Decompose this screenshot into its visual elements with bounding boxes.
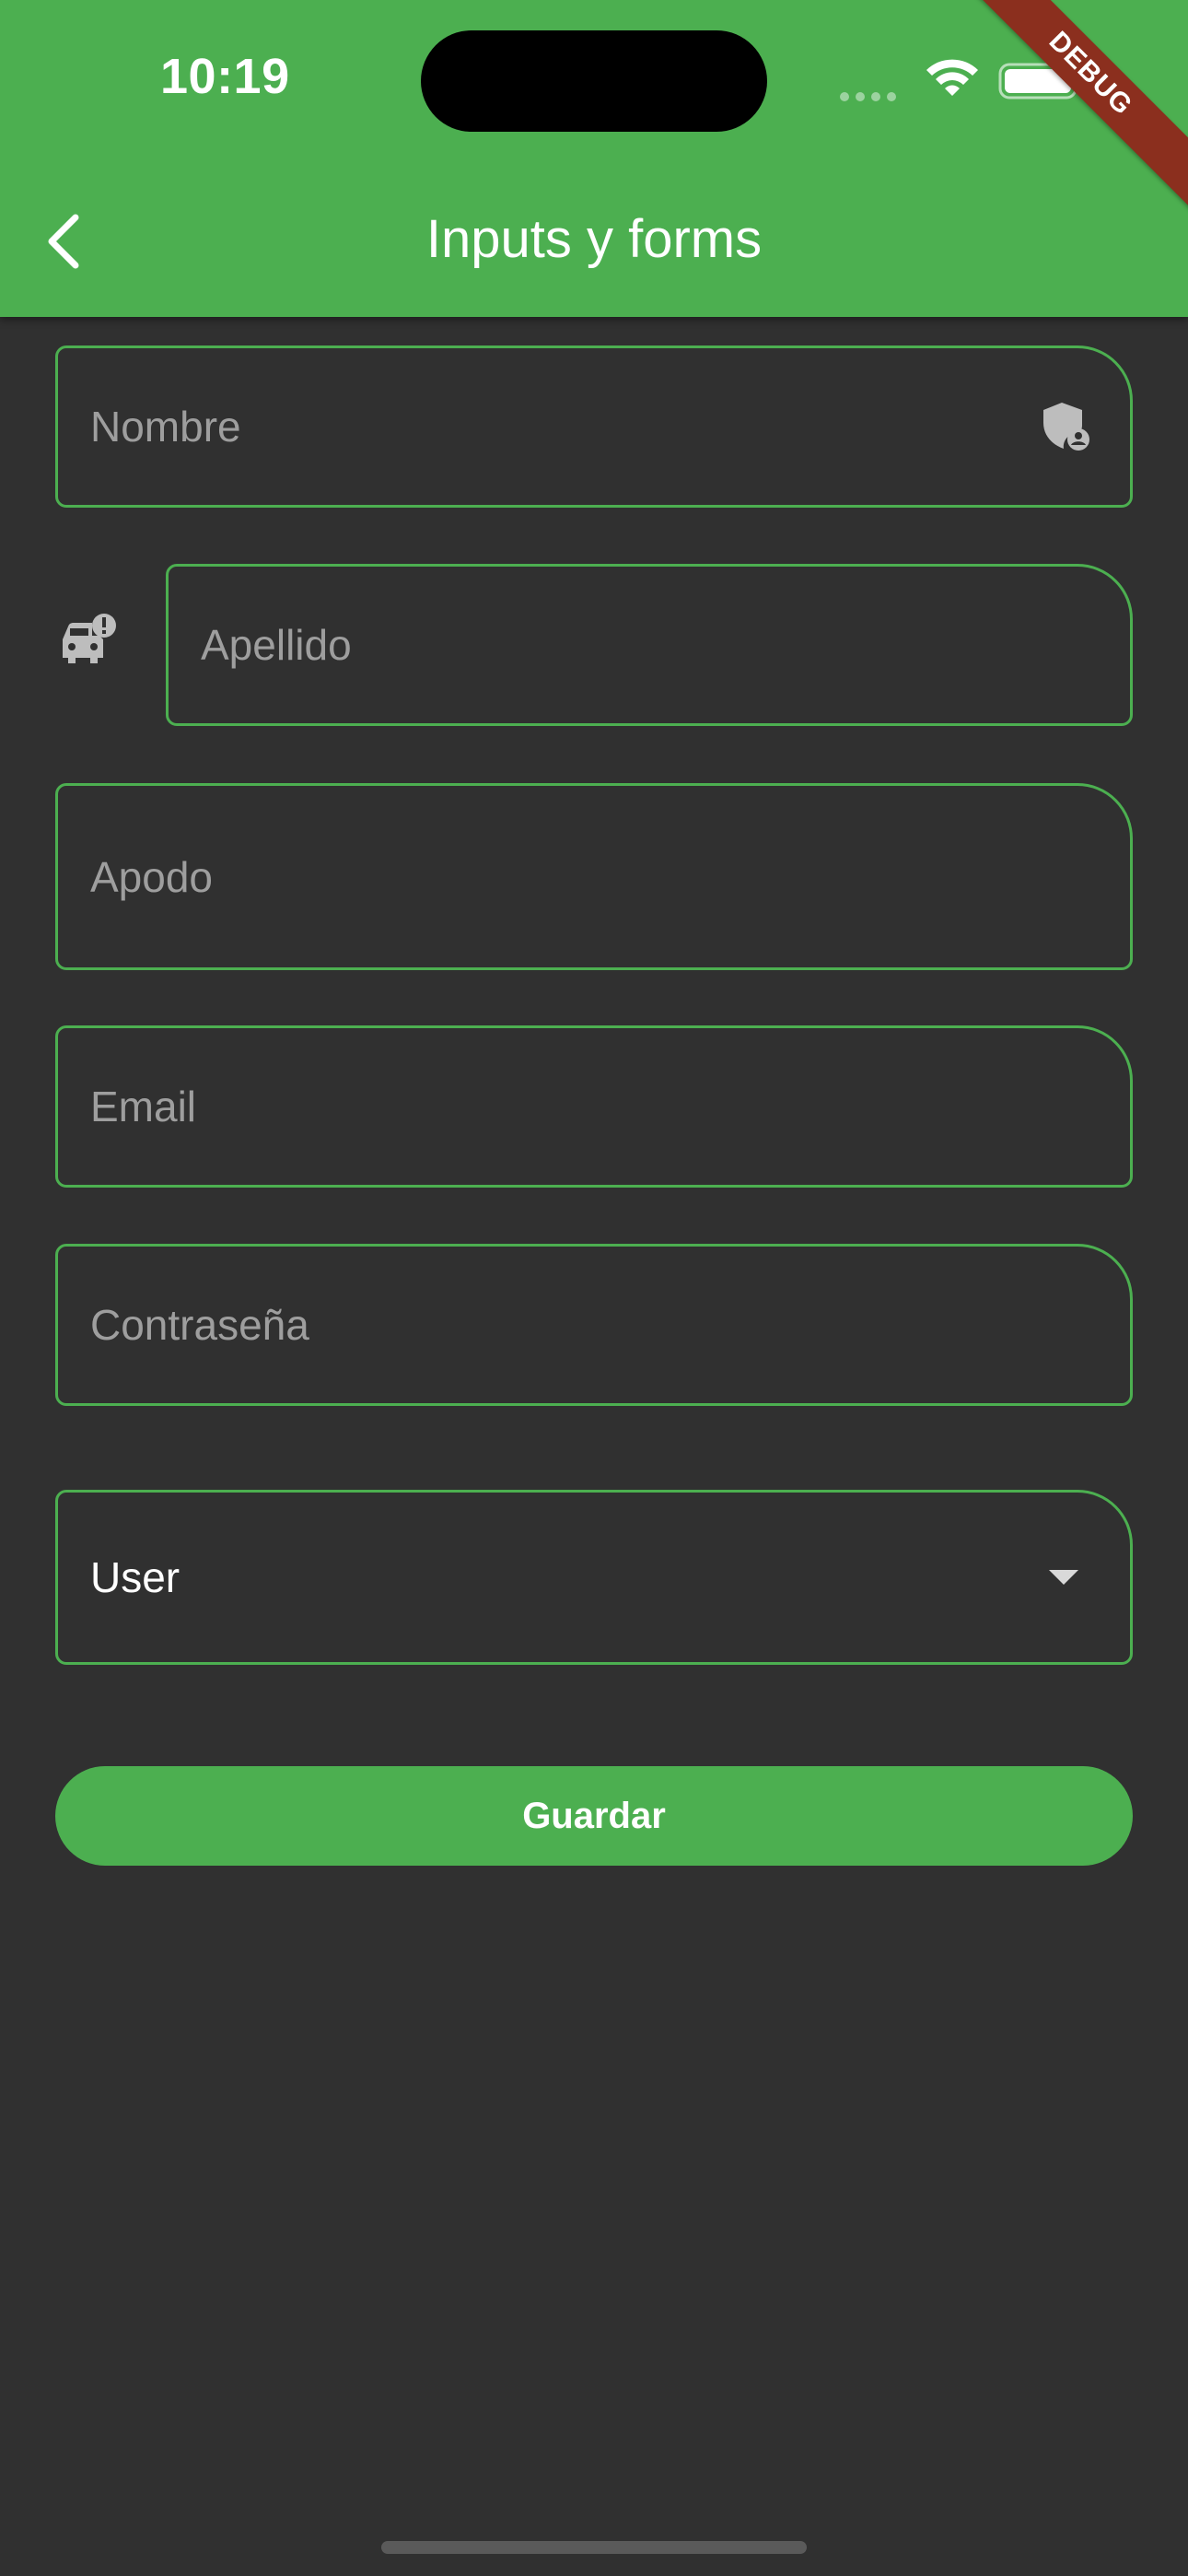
nombre-field[interactable]: Nombre <box>55 345 1133 508</box>
status-time: 10:19 <box>160 49 290 104</box>
signal-dots-icon <box>840 89 903 106</box>
dropdown-arrow-icon <box>1049 1570 1078 1585</box>
apodo-field[interactable]: Apodo <box>55 783 1133 970</box>
password-field[interactable]: Contraseña <box>55 1244 1133 1406</box>
password-placeholder: Contraseña <box>90 1301 309 1349</box>
apodo-placeholder: Apodo <box>90 852 214 901</box>
home-indicator[interactable] <box>381 2541 807 2554</box>
page-title: Inputs y forms <box>425 209 763 269</box>
app-bar: 10:19 Inputs y forms <box>0 0 1188 317</box>
car-alert-icon <box>63 614 116 663</box>
nombre-placeholder: Nombre <box>90 403 241 451</box>
role-dropdown[interactable]: User <box>55 1490 1133 1665</box>
dynamic-island <box>421 30 767 132</box>
email-placeholder: Email <box>90 1083 197 1130</box>
role-selected-value: User <box>90 1553 181 1601</box>
email-field[interactable]: Email <box>55 1025 1133 1188</box>
apellido-field[interactable]: Apellido <box>166 564 1133 726</box>
shield-user-icon <box>1043 403 1089 451</box>
wifi-icon <box>926 59 978 96</box>
save-button[interactable]: Guardar <box>55 1766 1133 1866</box>
apellido-placeholder: Apellido <box>201 621 352 669</box>
